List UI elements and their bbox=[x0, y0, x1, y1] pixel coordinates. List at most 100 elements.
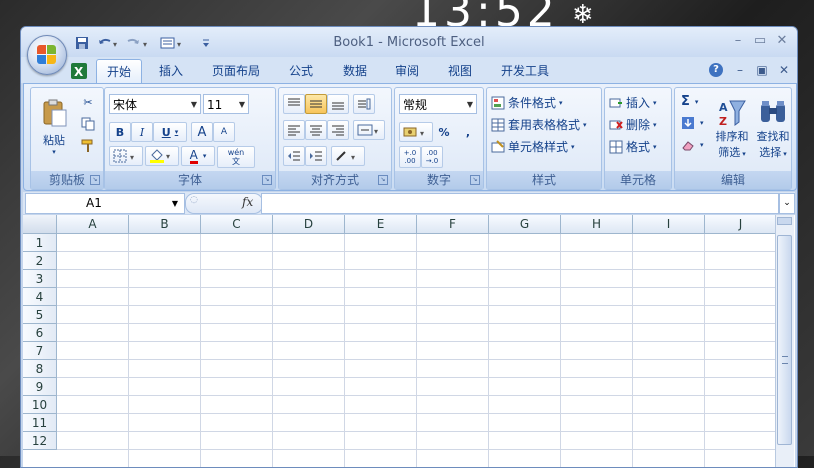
tab-page-layout[interactable]: 页面布局 bbox=[204, 59, 268, 83]
conditional-formatting-button[interactable]: 条件格式 ▾ bbox=[491, 94, 563, 111]
format-painter-icon[interactable] bbox=[77, 136, 99, 156]
underline-button[interactable]: U ▾ bbox=[153, 122, 187, 142]
cell-styles-button[interactable]: 单元格样式 ▾ bbox=[491, 138, 575, 155]
help-icon[interactable]: ? bbox=[709, 63, 727, 79]
cut-icon[interactable]: ✂ bbox=[77, 92, 99, 112]
name-box-dropdown-icon[interactable]: ▼ bbox=[172, 194, 178, 213]
column-header-a[interactable]: A bbox=[57, 215, 129, 234]
worksheet-grid[interactable]: ABCDEFGHIJ 1 2 3 4 5 6 7 8 9 10 11 12 bbox=[23, 215, 795, 467]
row-header-10[interactable]: 10 bbox=[23, 396, 57, 414]
column-header-c[interactable]: C bbox=[201, 215, 273, 234]
column-header-i[interactable]: I bbox=[633, 215, 705, 234]
minimize-button[interactable]: – bbox=[727, 33, 749, 51]
maximize-button[interactable]: ▭ bbox=[749, 33, 771, 51]
svg-text:A: A bbox=[719, 101, 728, 114]
tab-view[interactable]: 视图 bbox=[438, 59, 482, 83]
row-header-5[interactable]: 5 bbox=[23, 306, 57, 324]
row-header-12[interactable]: 12 bbox=[23, 432, 57, 450]
merge-center-icon[interactable]: ▾ bbox=[353, 120, 385, 140]
sort-filter-button[interactable]: AZ 排序和 筛选 ▾ bbox=[711, 90, 753, 168]
fill-button[interactable]: ▾ bbox=[681, 116, 704, 130]
grow-font-button[interactable]: A bbox=[191, 122, 213, 142]
align-bottom-icon[interactable] bbox=[327, 94, 349, 114]
expand-formula-bar-icon[interactable]: ⌄ bbox=[779, 193, 795, 214]
italic-button[interactable]: I bbox=[131, 122, 153, 142]
column-header-h[interactable]: H bbox=[561, 215, 633, 234]
underline-label: U bbox=[161, 125, 171, 139]
format-as-table-button[interactable]: 套用表格格式 ▾ bbox=[491, 116, 587, 133]
decrease-indent-icon[interactable] bbox=[283, 146, 305, 166]
column-header-e[interactable]: E bbox=[345, 215, 417, 234]
paste-button[interactable]: 粘贴 ▾ bbox=[33, 90, 75, 164]
alignment-launcher-icon[interactable]: ↘ bbox=[378, 175, 388, 185]
vertical-scroll-thumb[interactable] bbox=[777, 235, 792, 445]
fill-color-button[interactable]: ▾ bbox=[145, 146, 179, 166]
tab-developer[interactable]: 开发工具 bbox=[493, 59, 557, 83]
tab-home[interactable]: 开始 bbox=[96, 59, 142, 84]
tab-review[interactable]: 审阅 bbox=[385, 59, 429, 83]
workbook-minimize-button[interactable]: – bbox=[731, 63, 749, 79]
row-header-9[interactable]: 9 bbox=[23, 378, 57, 396]
formula-input[interactable] bbox=[261, 193, 779, 214]
font-size-combo[interactable]: 11 ▼ bbox=[203, 94, 249, 114]
row-header-11[interactable]: 11 bbox=[23, 414, 57, 432]
clear-button[interactable]: ▾ bbox=[681, 138, 704, 152]
increase-indent-icon[interactable] bbox=[305, 146, 327, 166]
insert-function-button[interactable]: fx bbox=[242, 195, 253, 209]
svg-text:▾: ▾ bbox=[166, 152, 170, 161]
column-header-d[interactable]: D bbox=[273, 215, 345, 234]
shrink-font-button[interactable]: A bbox=[213, 122, 235, 142]
increase-decimal-button[interactable]: +.0 .00 bbox=[399, 146, 421, 168]
phonetic-guide-button[interactable]: wén 文 bbox=[217, 146, 255, 168]
align-center-icon[interactable] bbox=[305, 120, 327, 140]
number-launcher-icon[interactable]: ↘ bbox=[470, 175, 480, 185]
split-box[interactable] bbox=[777, 217, 792, 225]
fill-color-icon: ▾ bbox=[150, 149, 170, 163]
number-format-combo[interactable]: 常规 ▼ bbox=[399, 94, 477, 114]
column-header-j[interactable]: J bbox=[705, 215, 777, 234]
align-top-icon[interactable] bbox=[283, 94, 305, 114]
autosum-button[interactable]: Σ ▾ bbox=[681, 94, 698, 109]
bold-button[interactable]: B bbox=[109, 122, 131, 142]
workbook-restore-button[interactable]: ▣ bbox=[753, 63, 771, 79]
column-header-b[interactable]: B bbox=[129, 215, 201, 234]
insert-cells-button[interactable]: 插入 ▾ bbox=[609, 94, 657, 111]
find-select-button[interactable]: 查找和 选择 ▾ bbox=[753, 90, 793, 168]
paste-label: 粘贴 bbox=[43, 134, 65, 147]
tab-formulas[interactable]: 公式 bbox=[279, 59, 323, 83]
delete-cells-button[interactable]: 删除 ▾ bbox=[609, 116, 657, 133]
clipboard-launcher-icon[interactable]: ↘ bbox=[90, 175, 100, 185]
row-header-1[interactable]: 1 bbox=[23, 234, 57, 252]
column-header-f[interactable]: F bbox=[417, 215, 489, 234]
close-button[interactable]: ✕ bbox=[771, 33, 793, 51]
font-color-button[interactable]: A ▾ bbox=[181, 146, 215, 166]
row-header-3[interactable]: 3 bbox=[23, 270, 57, 288]
select-all-button[interactable] bbox=[23, 215, 57, 234]
row-header-7[interactable]: 7 bbox=[23, 342, 57, 360]
name-box[interactable]: A1 ▼ bbox=[25, 193, 185, 214]
align-right-icon[interactable] bbox=[327, 120, 349, 140]
row-header-8[interactable]: 8 bbox=[23, 360, 57, 378]
percent-button[interactable]: % bbox=[433, 122, 455, 142]
column-header-g[interactable]: G bbox=[489, 215, 561, 234]
font-name-combo[interactable]: 宋体 ▼ bbox=[109, 94, 201, 114]
row-header-6[interactable]: 6 bbox=[23, 324, 57, 342]
text-direction-icon[interactable]: ▾ bbox=[331, 146, 365, 166]
decrease-decimal-button[interactable]: .00 →.0 bbox=[421, 146, 443, 168]
currency-button[interactable]: ▾ bbox=[399, 122, 433, 142]
workbook-close-button[interactable]: ✕ bbox=[775, 63, 793, 79]
align-middle-icon[interactable] bbox=[305, 94, 327, 114]
row-header-2[interactable]: 2 bbox=[23, 252, 57, 270]
format-cells-button[interactable]: 格式 ▾ bbox=[609, 138, 657, 155]
copy-icon[interactable] bbox=[77, 114, 99, 134]
tab-data[interactable]: 数据 bbox=[333, 59, 377, 83]
comma-button[interactable]: , bbox=[457, 122, 479, 142]
align-left-icon[interactable] bbox=[283, 120, 305, 140]
borders-button[interactable]: ▾ bbox=[109, 146, 143, 166]
row-header-4[interactable]: 4 bbox=[23, 288, 57, 306]
office-button[interactable] bbox=[27, 35, 67, 75]
orientation-icon[interactable] bbox=[353, 94, 375, 114]
font-launcher-icon[interactable]: ↘ bbox=[262, 175, 272, 185]
tab-insert[interactable]: 插入 bbox=[149, 59, 193, 83]
vertical-scrollbar[interactable] bbox=[775, 215, 794, 467]
